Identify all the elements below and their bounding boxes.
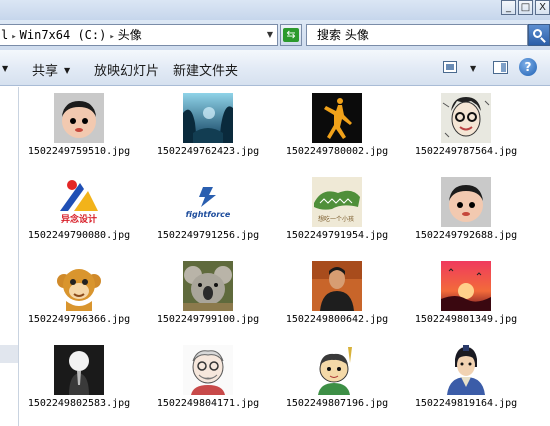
fightforce-logo-icon: fightforce — [183, 177, 233, 227]
help-icon[interactable]: ? — [519, 58, 537, 76]
fantasy-forest-scene-icon — [183, 93, 233, 143]
address-bar[interactable]: l ▸ Win7x64 (C:) ▸ 头像 — [0, 24, 278, 46]
title-bar: _ □ X — [0, 0, 550, 20]
file-name: 1502249804171.jpg — [156, 398, 260, 409]
new-folder-button[interactable]: 新建文件夹 — [173, 60, 238, 79]
file-name: 1502249802583.jpg — [27, 398, 131, 409]
file-list[interactable]: 1502249759510.jpg 1502249762423.jpg 1502… — [20, 87, 550, 426]
jumpman-logo-icon — [312, 93, 362, 143]
sunset-scene-icon — [441, 261, 491, 311]
share-button[interactable]: 共享 ▼ — [32, 60, 70, 79]
file-item[interactable]: 1502249802583.jpg — [24, 339, 134, 425]
refresh-button[interactable]: ⇆ — [280, 24, 302, 46]
breadcrumb-prefix: l — [1, 28, 9, 42]
breadcrumb-drive[interactable]: Win7x64 (C:) — [20, 28, 107, 42]
file-name: 1502249791954.jpg — [285, 230, 389, 241]
file-name: 1502249762423.jpg — [156, 146, 260, 157]
maximize-button[interactable]: □ — [518, 0, 533, 15]
navigation-selected-item[interactable] — [0, 345, 18, 363]
sketched-face-avatar-icon — [441, 93, 491, 143]
file-item[interactable]: fightforce 1502249791256.jpg — [153, 171, 263, 257]
slideshow-button[interactable]: 放映幻灯片 — [94, 60, 159, 79]
file-item[interactable]: 1502249780002.jpg — [282, 87, 392, 173]
file-name: 1502249791256.jpg — [156, 230, 260, 241]
crocodile-drawing-icon: 想吃一个小孩 — [312, 177, 362, 227]
organize-dropdown-icon[interactable]: ▼ — [2, 64, 8, 73]
file-name: 1502249800642.jpg — [285, 314, 389, 325]
navigation-pane[interactable] — [0, 87, 19, 426]
cartoon-character-icon — [312, 345, 362, 395]
file-item[interactable]: 1502249807196.jpg — [282, 339, 392, 425]
breadcrumb-separator-icon[interactable]: ▸ — [11, 32, 16, 42]
file-item[interactable]: 1502249792688.jpg — [411, 171, 521, 257]
file-name: 1502249792688.jpg — [414, 230, 518, 241]
file-item[interactable]: 1502249801349.jpg — [411, 255, 521, 341]
man-portrait-icon — [312, 261, 362, 311]
file-name: 1502249807196.jpg — [285, 398, 389, 409]
file-name: 1502249759510.jpg — [27, 146, 131, 157]
view-options-dropdown-icon[interactable]: ▼ — [470, 64, 476, 73]
koala-photo-icon — [183, 261, 233, 311]
file-name: 1502249799100.jpg — [156, 314, 260, 325]
file-item[interactable]: 1502249804171.jpg — [153, 339, 263, 425]
cartoon-monkey-icon — [54, 261, 104, 311]
file-item[interactable]: 想吃一个小孩 1502249791954.jpg — [282, 171, 392, 257]
search-input[interactable]: 搜索 头像 — [306, 24, 528, 46]
dark-silhouette-icon — [54, 345, 104, 395]
svg-text:异念设计: 异念设计 — [61, 213, 97, 225]
cartoon-boy-avatar-icon — [441, 177, 491, 227]
search-button[interactable] — [528, 24, 550, 46]
breadcrumb-folder[interactable]: 头像 — [118, 28, 142, 42]
design-logo-icon: 异念设计 — [54, 177, 104, 227]
file-item[interactable]: 1502249796366.jpg — [24, 255, 134, 341]
grandpa-drawing-icon — [183, 345, 233, 395]
file-name: 1502249780002.jpg — [285, 146, 389, 157]
preview-pane-icon[interactable] — [493, 61, 508, 74]
file-name: 1502249787564.jpg — [414, 146, 518, 157]
cartoon-boy-avatar-icon — [54, 93, 104, 143]
address-row: l ▸ Win7x64 (C:) ▸ 头像 ▼ ⇆ 搜索 头像 — [0, 20, 550, 50]
file-item[interactable]: 异念设计 1502249790080.jpg — [24, 171, 134, 257]
share-label: 共享 — [32, 64, 59, 79]
svg-text:想吃一个小孩: 想吃一个小孩 — [318, 215, 354, 223]
file-item[interactable]: 1502249800642.jpg — [282, 255, 392, 341]
file-item[interactable]: 1502249799100.jpg — [153, 255, 263, 341]
minimize-button[interactable]: _ — [501, 0, 516, 15]
file-name: 1502249819164.jpg — [414, 398, 518, 409]
file-name: 1502249790080.jpg — [27, 230, 131, 241]
close-button[interactable]: X — [535, 0, 550, 15]
window-controls: _ □ X — [501, 0, 550, 15]
change-view-icon[interactable] — [443, 61, 457, 73]
file-item[interactable]: 1502249762423.jpg — [153, 87, 263, 173]
file-item[interactable]: 1502249819164.jpg — [411, 339, 521, 425]
address-history-dropdown-icon[interactable]: ▼ — [262, 24, 278, 46]
file-name: 1502249801349.jpg — [414, 314, 518, 325]
file-item[interactable]: 1502249787564.jpg — [411, 87, 521, 173]
chevron-down-icon: ▼ — [64, 66, 71, 75]
svg-text:fightforce: fightforce — [186, 210, 231, 219]
file-item[interactable]: 1502249759510.jpg — [24, 87, 134, 173]
breadcrumb-separator-icon[interactable]: ▸ — [109, 32, 114, 42]
file-name: 1502249796366.jpg — [27, 314, 131, 325]
command-bar: ▼ 共享 ▼ 放映幻灯片 新建文件夹 — [0, 50, 550, 86]
refresh-icon: ⇆ — [283, 28, 299, 42]
search-icon — [533, 29, 542, 38]
ancient-warrior-icon — [441, 345, 491, 395]
